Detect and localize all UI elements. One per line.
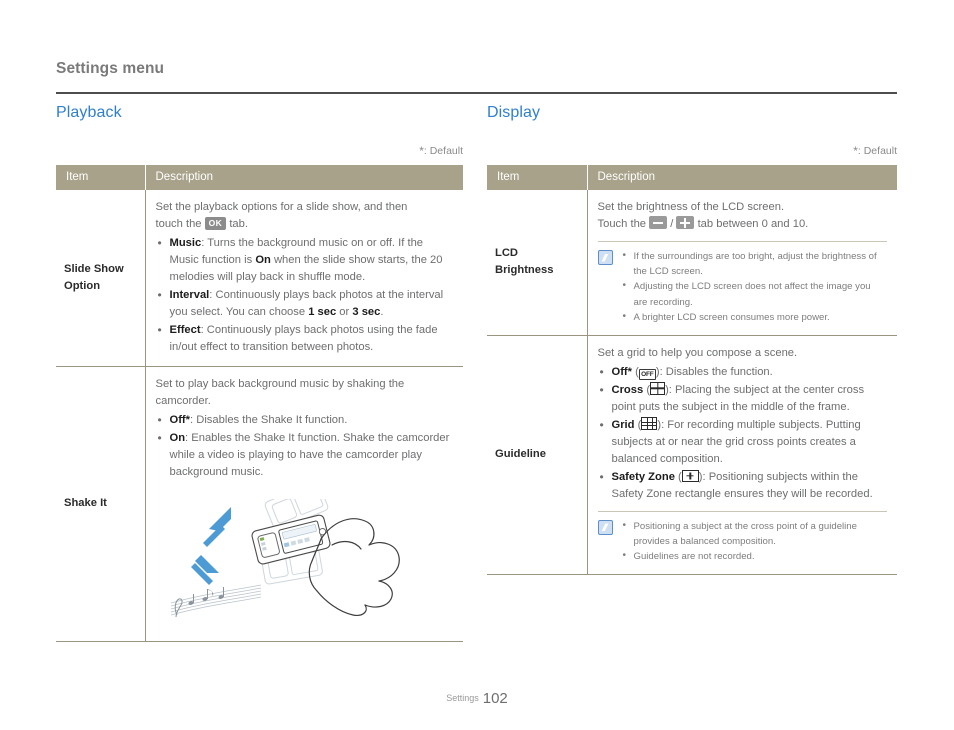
shake-it-illustration: [156, 482, 454, 625]
header-divider: [56, 92, 897, 94]
note-list: Positioning a subject at the cross point…: [621, 518, 888, 564]
default-legend-text: : Default: [423, 145, 463, 157]
bullet-text: ): Disables the function.: [655, 365, 773, 378]
row-description-slide-show-option: Set the playback options for a slide sho…: [145, 190, 463, 368]
note-pencil-icon: [597, 519, 613, 535]
lead-line-2: touch the: [155, 218, 202, 231]
lead-text: Set to play back background music by sha…: [155, 378, 405, 408]
bullet-emph-on: On: [255, 254, 271, 267]
lead-line-3: tab.: [229, 218, 248, 231]
bullet-term-cross: Cross: [611, 383, 644, 396]
section-title-playback: Playback: [56, 104, 122, 121]
column-header-item: Item: [487, 165, 588, 190]
default-legend-right: *: Default: [487, 144, 897, 158]
list-item: Positioning a subject at the cross point…: [621, 518, 888, 549]
plus-button-icon: [676, 216, 695, 230]
lead-text: Set the playback options for a slide sho…: [156, 199, 454, 233]
display-table: Item Description LCD Brightness Set the …: [487, 165, 897, 576]
table-header-row: Item Description: [56, 165, 463, 190]
list-item: Music: Turns the background music on or …: [156, 234, 454, 286]
column-header-description: Description: [145, 165, 463, 190]
table-row: Slide Show Option Set the playback optio…: [56, 190, 463, 368]
bullet-text: Continuously plays back photos using the…: [169, 324, 438, 354]
page-number: 102: [482, 690, 508, 707]
row-item-lcd-brightness: LCD Brightness: [487, 190, 588, 336]
list-item: Adjusting the LCD screen does not affect…: [621, 278, 888, 309]
bullet-term-grid: Grid: [611, 418, 635, 431]
display-column: Display *: Default Item Description LCD …: [487, 104, 897, 576]
bullet-term-safety-zone: Safety Zone: [611, 470, 675, 483]
chip-separator: /: [670, 218, 674, 231]
note-pencil-icon: [597, 250, 613, 266]
slide-show-bullet-list: Music: Turns the background music on or …: [156, 234, 454, 356]
playback-column: Playback *: Default Item Description Sli…: [56, 104, 463, 643]
list-item: Cross (): Placing the subject at the cen…: [598, 381, 888, 416]
list-item: A brighter LCD screen consumes more powe…: [621, 309, 888, 325]
cross-grid-icon: [650, 381, 666, 395]
table-row: Guideline Set a grid to help you compose…: [487, 335, 897, 576]
ok-tab-icon: OK: [204, 217, 227, 230]
row-item-guideline: Guideline: [487, 335, 588, 576]
note-box-lcd-brightness: If the surroundings are too bright, adju…: [597, 241, 888, 325]
bullet-emph-1sec: 1 sec: [308, 306, 337, 319]
page-footer: Settings 102: [0, 690, 954, 708]
minus-button-icon: [649, 216, 668, 230]
row-description-lcd-brightness: Set the brightness of the LCD screen. To…: [587, 190, 897, 336]
bullet-term-interval: Interval: [169, 289, 210, 302]
guideline-bullet-list: Off* (OFF): Disables the function. Cross…: [598, 363, 888, 503]
page-header: Settings menu: [56, 60, 897, 78]
list-item: Safety Zone (): Positioning subjects wit…: [598, 468, 888, 503]
bullet-text: Enables the Shake It function. Shake the…: [169, 432, 450, 479]
page-title: Settings menu: [56, 60, 165, 77]
default-legend-left: *: Default: [56, 144, 463, 158]
bullet-term-on: On: [169, 432, 186, 445]
bullet-emph-3sec: 3 sec: [352, 306, 381, 319]
bullet-term-music: Music: [169, 237, 202, 250]
list-item: Grid (): For recording multiple subjects…: [598, 416, 888, 468]
list-item: Off*: Disables the Shake It function.: [156, 411, 454, 429]
list-item: Effect: Continuously plays back photos u…: [156, 321, 454, 356]
list-item: Guidelines are not recorded.: [621, 548, 888, 564]
column-header-description: Description: [587, 165, 897, 190]
bullet-text-2: or: [336, 306, 353, 319]
lead-text: Set the brightness of the LCD screen. To…: [598, 199, 888, 233]
off-icon: OFF: [638, 368, 656, 380]
list-item: On: Enables the Shake It function. Shake…: [156, 429, 454, 481]
row-description-shake-it: Set to play back background music by sha…: [145, 366, 463, 643]
row-item-shake-it: Shake It: [56, 366, 146, 643]
column-header-item: Item: [56, 165, 146, 190]
footer-section-label: Settings: [446, 693, 479, 703]
table-row: Shake It Set to play back background mus…: [56, 366, 463, 643]
default-legend-text: : Default: [857, 145, 897, 157]
bullet-text: Disables the Shake It function.: [193, 414, 348, 427]
bullet-term-off: Off*: [611, 365, 633, 378]
grid-3x3-icon: [641, 416, 658, 430]
list-item: If the surroundings are too bright, adju…: [621, 248, 888, 279]
manual-page: Settings menu Playback *: Default Item D…: [0, 0, 954, 730]
table-row: LCD Brightness Set the brightness of the…: [487, 190, 897, 336]
lead-line-2: Touch the: [597, 218, 647, 231]
row-item-slide-show-option: Slide Show Option: [56, 190, 146, 368]
bullet-term-effect: Effect: [169, 324, 201, 337]
list-item: Off* (OFF): Disables the function.: [598, 363, 888, 381]
section-title-display: Display: [487, 104, 541, 121]
row-description-guideline: Set a grid to help you compose a scene. …: [587, 335, 897, 576]
bullet-term-off: Off*: [169, 414, 191, 427]
lead-line-1: Set the brightness of the LCD screen.: [597, 201, 785, 213]
note-box-guideline: Positioning a subject at the cross point…: [597, 510, 888, 564]
shake-it-bullet-list: Off*: Disables the Shake It function. On…: [156, 411, 454, 481]
bullet-text-3: .: [380, 306, 384, 319]
note-list: If the surroundings are too bright, adju…: [621, 248, 888, 325]
lead-line-1: Set the playback options for a slide sho…: [155, 201, 408, 213]
lead-line-3: tab between 0 and 10.: [697, 218, 809, 231]
playback-table: Item Description Slide Show Option Set t…: [56, 165, 463, 643]
table-header-row: Item Description: [487, 165, 897, 190]
safety-zone-icon: [681, 469, 699, 482]
list-item: Interval: Continuously plays back photos…: [156, 286, 454, 321]
lead-text: Set a grid to help you compose a scene.: [597, 346, 798, 359]
